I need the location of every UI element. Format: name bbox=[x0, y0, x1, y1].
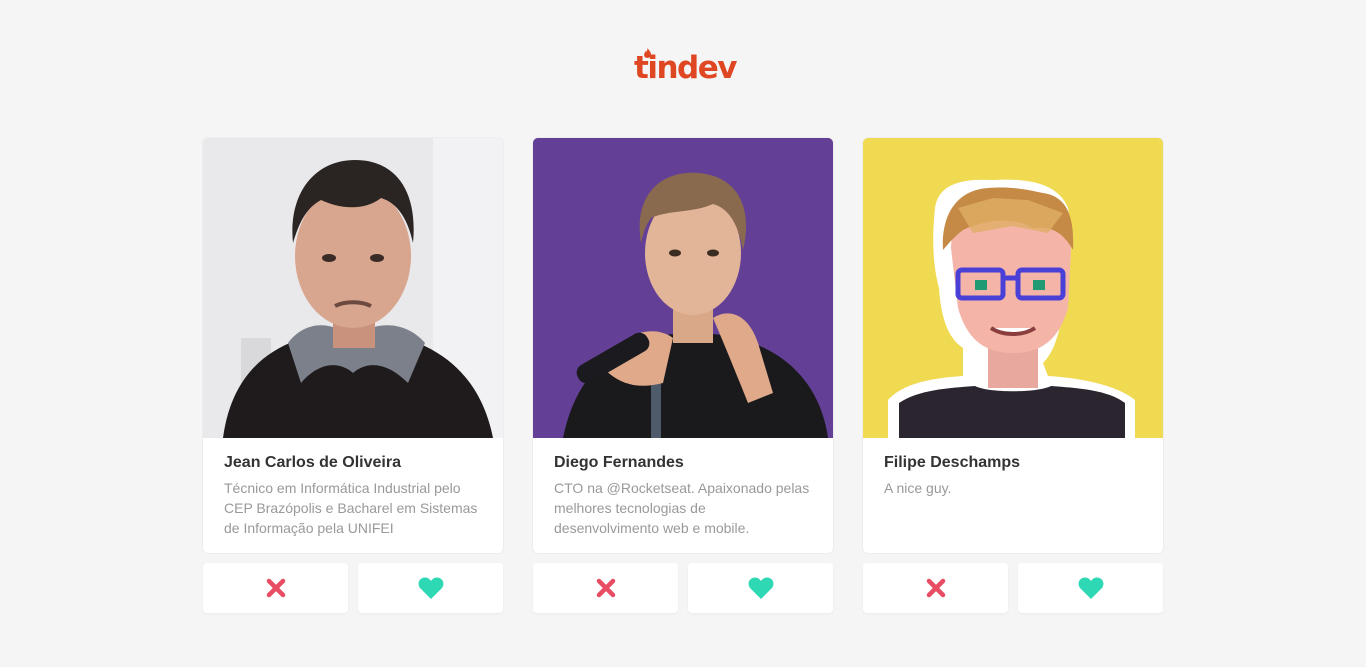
avatar bbox=[203, 138, 503, 438]
dev-cards-list: Jean Carlos de Oliveira Técnico em Infor… bbox=[203, 138, 1163, 613]
heart-icon bbox=[1078, 577, 1103, 599]
card-actions bbox=[863, 563, 1163, 613]
dev-info: Filipe Deschamps A nice guy. bbox=[863, 438, 1163, 553]
dev-card: Jean Carlos de Oliveira Técnico em Infor… bbox=[203, 138, 503, 553]
x-icon bbox=[266, 578, 285, 598]
dislike-button[interactable] bbox=[863, 563, 1008, 613]
tindev-page: tindev Jean Carlos de Oliveira Técnico e… bbox=[0, 0, 1366, 667]
tindev-logo: tindev bbox=[634, 48, 737, 86]
dev-card-column: Filipe Deschamps A nice guy. bbox=[863, 138, 1163, 613]
dev-card: Filipe Deschamps A nice guy. bbox=[863, 138, 1163, 553]
dev-info: Diego Fernandes CTO na @Rocketseat. Apai… bbox=[533, 438, 833, 553]
dev-card: Diego Fernandes CTO na @Rocketseat. Apai… bbox=[533, 138, 833, 553]
like-button[interactable] bbox=[358, 563, 503, 613]
card-actions bbox=[203, 563, 503, 613]
dev-name: Diego Fernandes bbox=[554, 454, 684, 471]
dev-name: Filipe Deschamps bbox=[884, 454, 1021, 471]
heart-icon bbox=[418, 577, 443, 599]
card-actions bbox=[533, 563, 833, 613]
dev-bio: CTO na @Rocketseat. Apaixonado pelas mel… bbox=[554, 480, 810, 536]
dev-name: Jean Carlos de Oliveira bbox=[224, 454, 401, 471]
dev-info: Jean Carlos de Oliveira Técnico em Infor… bbox=[203, 438, 503, 553]
x-icon bbox=[596, 578, 615, 598]
like-button[interactable] bbox=[688, 563, 833, 613]
dislike-button[interactable] bbox=[203, 563, 348, 613]
like-button[interactable] bbox=[1018, 563, 1163, 613]
avatar bbox=[863, 138, 1163, 438]
avatar bbox=[533, 138, 833, 438]
dev-bio: Técnico em Informática Industrial pelo C… bbox=[224, 480, 478, 536]
heart-icon bbox=[748, 577, 773, 599]
dislike-button[interactable] bbox=[533, 563, 678, 613]
dev-card-column: Diego Fernandes CTO na @Rocketseat. Apai… bbox=[533, 138, 833, 613]
flame-icon bbox=[644, 48, 652, 58]
x-icon bbox=[926, 578, 945, 598]
dev-bio: A nice guy. bbox=[884, 480, 952, 496]
dev-card-column: Jean Carlos de Oliveira Técnico em Infor… bbox=[203, 138, 503, 613]
